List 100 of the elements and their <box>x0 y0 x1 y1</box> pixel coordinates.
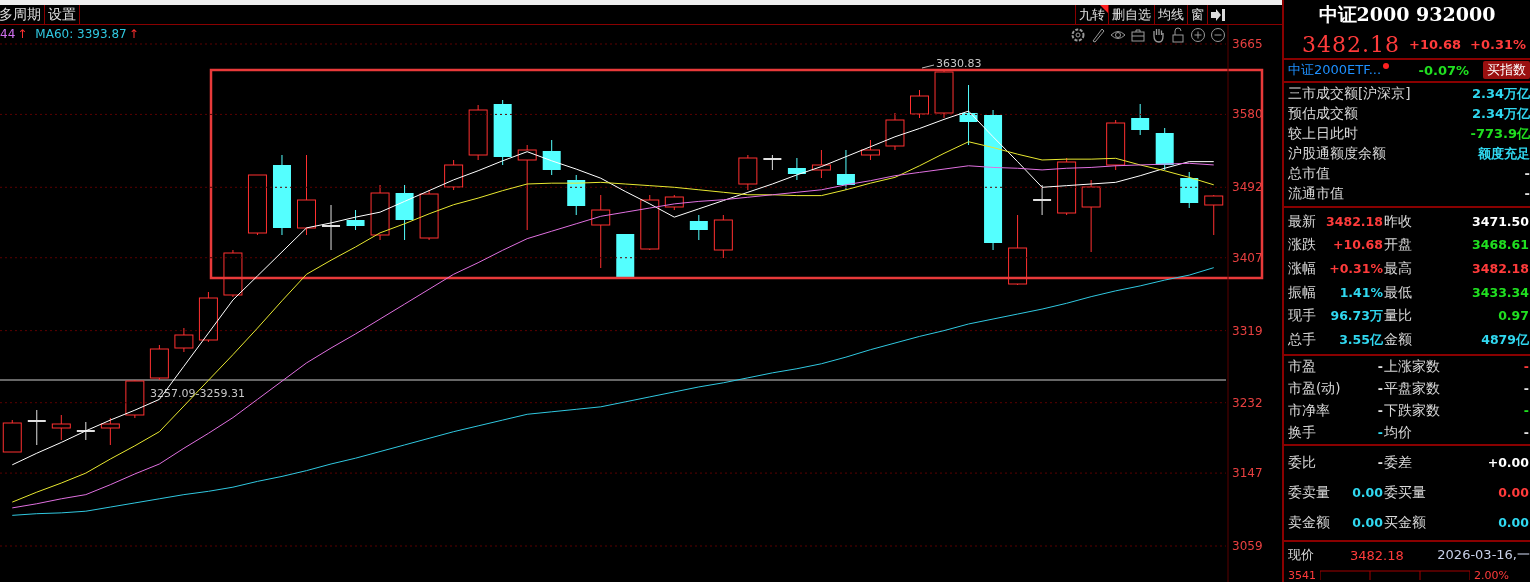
y-axis-label: 3319 <box>1232 323 1263 338</box>
candlestick <box>444 159 464 191</box>
candlestick <box>493 99 512 166</box>
candlestick <box>247 174 267 236</box>
info-label: 沪股通额度余额 <box>1288 144 1386 163</box>
info-value: - <box>1524 166 1530 182</box>
stat-value: 3482.18 <box>1326 213 1384 230</box>
stat-value: 3471.50 <box>1472 213 1530 230</box>
candlestick <box>149 344 169 381</box>
candlestick <box>738 154 758 191</box>
candlestick <box>1155 127 1174 171</box>
index-title: 中证2000 932000 <box>1317 2 1497 28</box>
info-label: 总市值 <box>1288 164 1330 183</box>
candlestick <box>174 327 194 353</box>
candlestick <box>885 112 905 151</box>
candlestick <box>223 249 243 298</box>
stat-value: 0.00 <box>1352 514 1384 531</box>
stat-label: 市盈(动) <box>1288 379 1342 398</box>
candlestick <box>322 204 340 251</box>
info-label: 较上日此时 <box>1288 124 1358 143</box>
info-value: 额度充足 <box>1478 144 1530 163</box>
lock-icon[interactable] <box>1170 27 1186 43</box>
stat-label: 均价 <box>1384 423 1413 442</box>
stat-label: 委差 <box>1384 453 1413 472</box>
candlestick <box>763 154 782 171</box>
info-label: 预估成交额 <box>1288 104 1358 123</box>
y-axis-label: 3407 <box>1232 250 1263 265</box>
mini-chart-price: 3541 <box>1288 569 1316 582</box>
toolbar-button[interactable]: 九转 <box>1075 5 1108 24</box>
etf-link[interactable]: 中证2000ETF... <box>1288 61 1382 80</box>
stat-value: +0.00 <box>1487 454 1530 471</box>
stat-value: 1.41% <box>1339 284 1384 301</box>
stat-label: 买金额 <box>1384 513 1427 532</box>
stat-value: 3482.18 <box>1472 260 1530 277</box>
stat-label: 昨收 <box>1384 212 1413 231</box>
stat-value: - <box>1377 454 1384 471</box>
stat-label: 现手 <box>1288 307 1317 326</box>
stat-label: 涨幅 <box>1288 259 1317 278</box>
arrow-up-icon: ↑ <box>128 27 139 41</box>
zoom-out-icon[interactable] <box>1210 27 1226 43</box>
candlestick <box>1180 171 1199 209</box>
leader-line <box>921 64 935 69</box>
buy-index-button[interactable]: 买指数 <box>1483 61 1530 80</box>
hand-icon[interactable] <box>1150 27 1166 43</box>
toolbar-button[interactable]: 窗 <box>1187 5 1207 24</box>
pen-icon[interactable] <box>1090 27 1106 43</box>
candlestick <box>198 291 218 343</box>
y-axis-label: 3147 <box>1232 466 1263 481</box>
stat-value: - <box>1523 402 1530 419</box>
stat-label: 市盈 <box>1288 357 1317 376</box>
legend-text: 44 <box>0 27 16 41</box>
candlestick <box>910 89 929 119</box>
date-text: 2026-03-16,一 <box>1437 546 1530 565</box>
candlestick <box>860 139 880 161</box>
info-label: 流通市值 <box>1288 184 1344 203</box>
y-axis-label: 3059 <box>1232 539 1263 553</box>
header-tab[interactable]: 设置 <box>45 5 80 24</box>
candlestick <box>125 379 145 419</box>
etf-change-text: -0.07% <box>1418 62 1469 78</box>
candlestick <box>836 149 855 191</box>
candlestick <box>1033 184 1052 216</box>
stat-value: +10.68 <box>1333 237 1384 254</box>
stat-value: - <box>1523 358 1530 375</box>
stat-label: 涨跌 <box>1288 236 1317 255</box>
stat-value: - <box>1377 380 1384 397</box>
toolbar-button[interactable]: 均线 <box>1154 5 1187 24</box>
collapse-button[interactable] <box>1207 5 1228 24</box>
toolbox-icon[interactable] <box>1130 27 1146 43</box>
toolbar-button[interactable]: 删自选 <box>1108 5 1154 24</box>
stat-value: 0.00 <box>1498 514 1530 531</box>
stat-value: - <box>1523 424 1530 441</box>
stat-label: 上涨家数 <box>1384 357 1441 376</box>
legend-text: MA60: 3393.87 <box>35 27 127 41</box>
candlestick <box>689 214 708 241</box>
settings-icon[interactable] <box>1070 27 1086 43</box>
candlestick <box>934 69 954 119</box>
change-percent-text: +0.31% <box>1470 36 1526 52</box>
candlestick <box>567 174 586 216</box>
stat-label: 金额 <box>1384 331 1413 349</box>
candlestick <box>1057 157 1077 216</box>
candlestick <box>713 214 733 259</box>
info-value: 2.34万亿 <box>1471 84 1530 103</box>
zoom-in-icon[interactable] <box>1190 27 1206 43</box>
stat-value: 4879亿 <box>1481 332 1530 348</box>
candlestick <box>640 194 660 251</box>
stat-label: 量比 <box>1384 307 1413 326</box>
mini-chart-percent: 2.00% <box>1474 569 1509 582</box>
arrow-up-icon: ↑ <box>17 27 28 41</box>
stat-label: 开盘 <box>1384 236 1413 255</box>
header-tab[interactable]: 多周期 <box>0 5 45 24</box>
info-value: 2.34万亿 <box>1471 104 1530 123</box>
stat-value: - <box>1377 424 1384 441</box>
stat-label: 卖金额 <box>1288 513 1331 532</box>
stat-label: 委卖量 <box>1288 483 1331 502</box>
stat-value: 0.00 <box>1352 484 1384 501</box>
stat-label: 最低 <box>1384 283 1413 302</box>
candlestick <box>76 421 95 441</box>
stat-label: 最高 <box>1384 259 1413 278</box>
y-axis-label: 3492 <box>1232 180 1263 195</box>
stat-value: 3468.61 <box>1472 237 1530 254</box>
